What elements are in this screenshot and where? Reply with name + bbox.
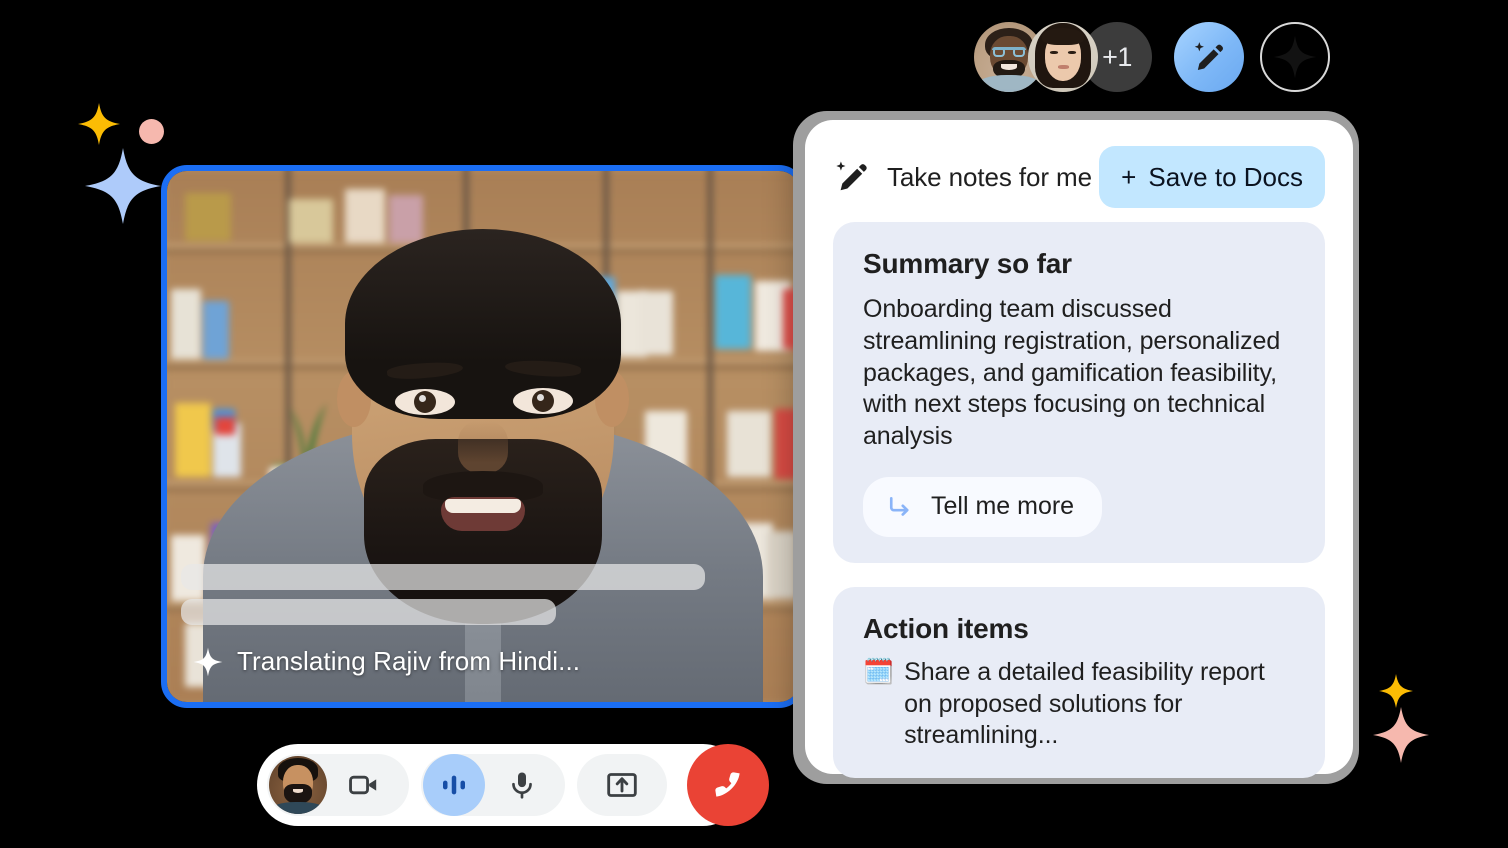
action-item-row: 🗓️ Share a detailed feasibility report o… [863,657,1295,752]
microphone-button[interactable] [491,754,553,816]
present-screen-button[interactable] [591,754,653,816]
video-feed: Translating Rajiv from Hindi... [167,171,799,702]
tell-me-more-button[interactable]: Tell me more [863,476,1103,537]
notes-panel-header: Take notes for me + Save to Docs [833,146,1325,208]
plus-icon: + [1121,161,1137,192]
camera-button[interactable] [333,754,395,816]
reply-arrow-icon [889,496,909,516]
notes-panel-title: Take notes for me [887,161,1092,192]
present-control-group[interactable] [577,754,667,816]
sparkle-yellow-icon [78,103,120,145]
save-to-docs-label: Save to Docs [1148,161,1303,192]
audio-wave-icon [443,775,465,795]
action-items-card: Action items 🗓️ Share a detailed feasibi… [833,586,1325,778]
take-notes-panel: Take notes for me + Save to Docs Summary… [805,120,1353,778]
microphone-icon [512,772,532,799]
translation-caption-text: Translating Rajiv from Hindi... [237,646,581,676]
audio-control-group[interactable] [421,754,565,816]
present-screen-icon [607,773,637,797]
caption-placeholder-bar-2 [181,599,556,625]
video-tile[interactable]: Translating Rajiv from Hindi... [161,165,805,708]
call-controls-bar [257,744,769,826]
summary-card: Summary so far Onboarding team discussed… [833,222,1325,563]
app-stage: +1 Translating Rajiv from Hindi... Take … [0,0,1508,848]
end-call-icon [715,772,740,797]
audio-wave-button[interactable] [423,754,485,816]
translation-caption: Translating Rajiv from Hindi... [193,646,580,677]
summary-card-title: Summary so far [863,248,1072,279]
end-call-button[interactable] [687,744,769,826]
action-item-text: Share a detailed feasibility report on p… [904,657,1265,750]
participant-avatar-2[interactable] [1028,22,1098,92]
gemini-sparkle-icon [1273,35,1317,79]
caption-placeholder-bar-1 [181,564,705,590]
magic-pencil-icon [1194,42,1223,70]
decor-dot-pink [139,119,164,144]
avatar-stack[interactable]: +1 [974,22,1152,92]
sparkle-icon [193,647,223,676]
magic-pencil-icon-button[interactable] [1174,22,1244,92]
sparkle-blue-icon [85,148,161,224]
camera-icon [349,775,377,795]
self-view-avatar[interactable] [269,756,327,814]
participant-cluster: +1 [974,22,1330,92]
camera-control-group[interactable] [267,754,409,816]
gemini-sparkle-icon-button[interactable] [1260,22,1330,92]
summary-card-body: Onboarding team discussed streamlining r… [863,295,1281,450]
save-to-docs-button[interactable]: + Save to Docs [1099,146,1325,208]
sparkle-pink-icon [1373,707,1429,763]
sparkle-yellow-icon-2 [1379,674,1413,708]
action-items-card-title: Action items [863,612,1029,644]
tell-me-more-label: Tell me more [931,492,1075,521]
magic-pencil-icon [836,161,867,191]
calendar-emoji: 🗓️ [863,657,895,686]
